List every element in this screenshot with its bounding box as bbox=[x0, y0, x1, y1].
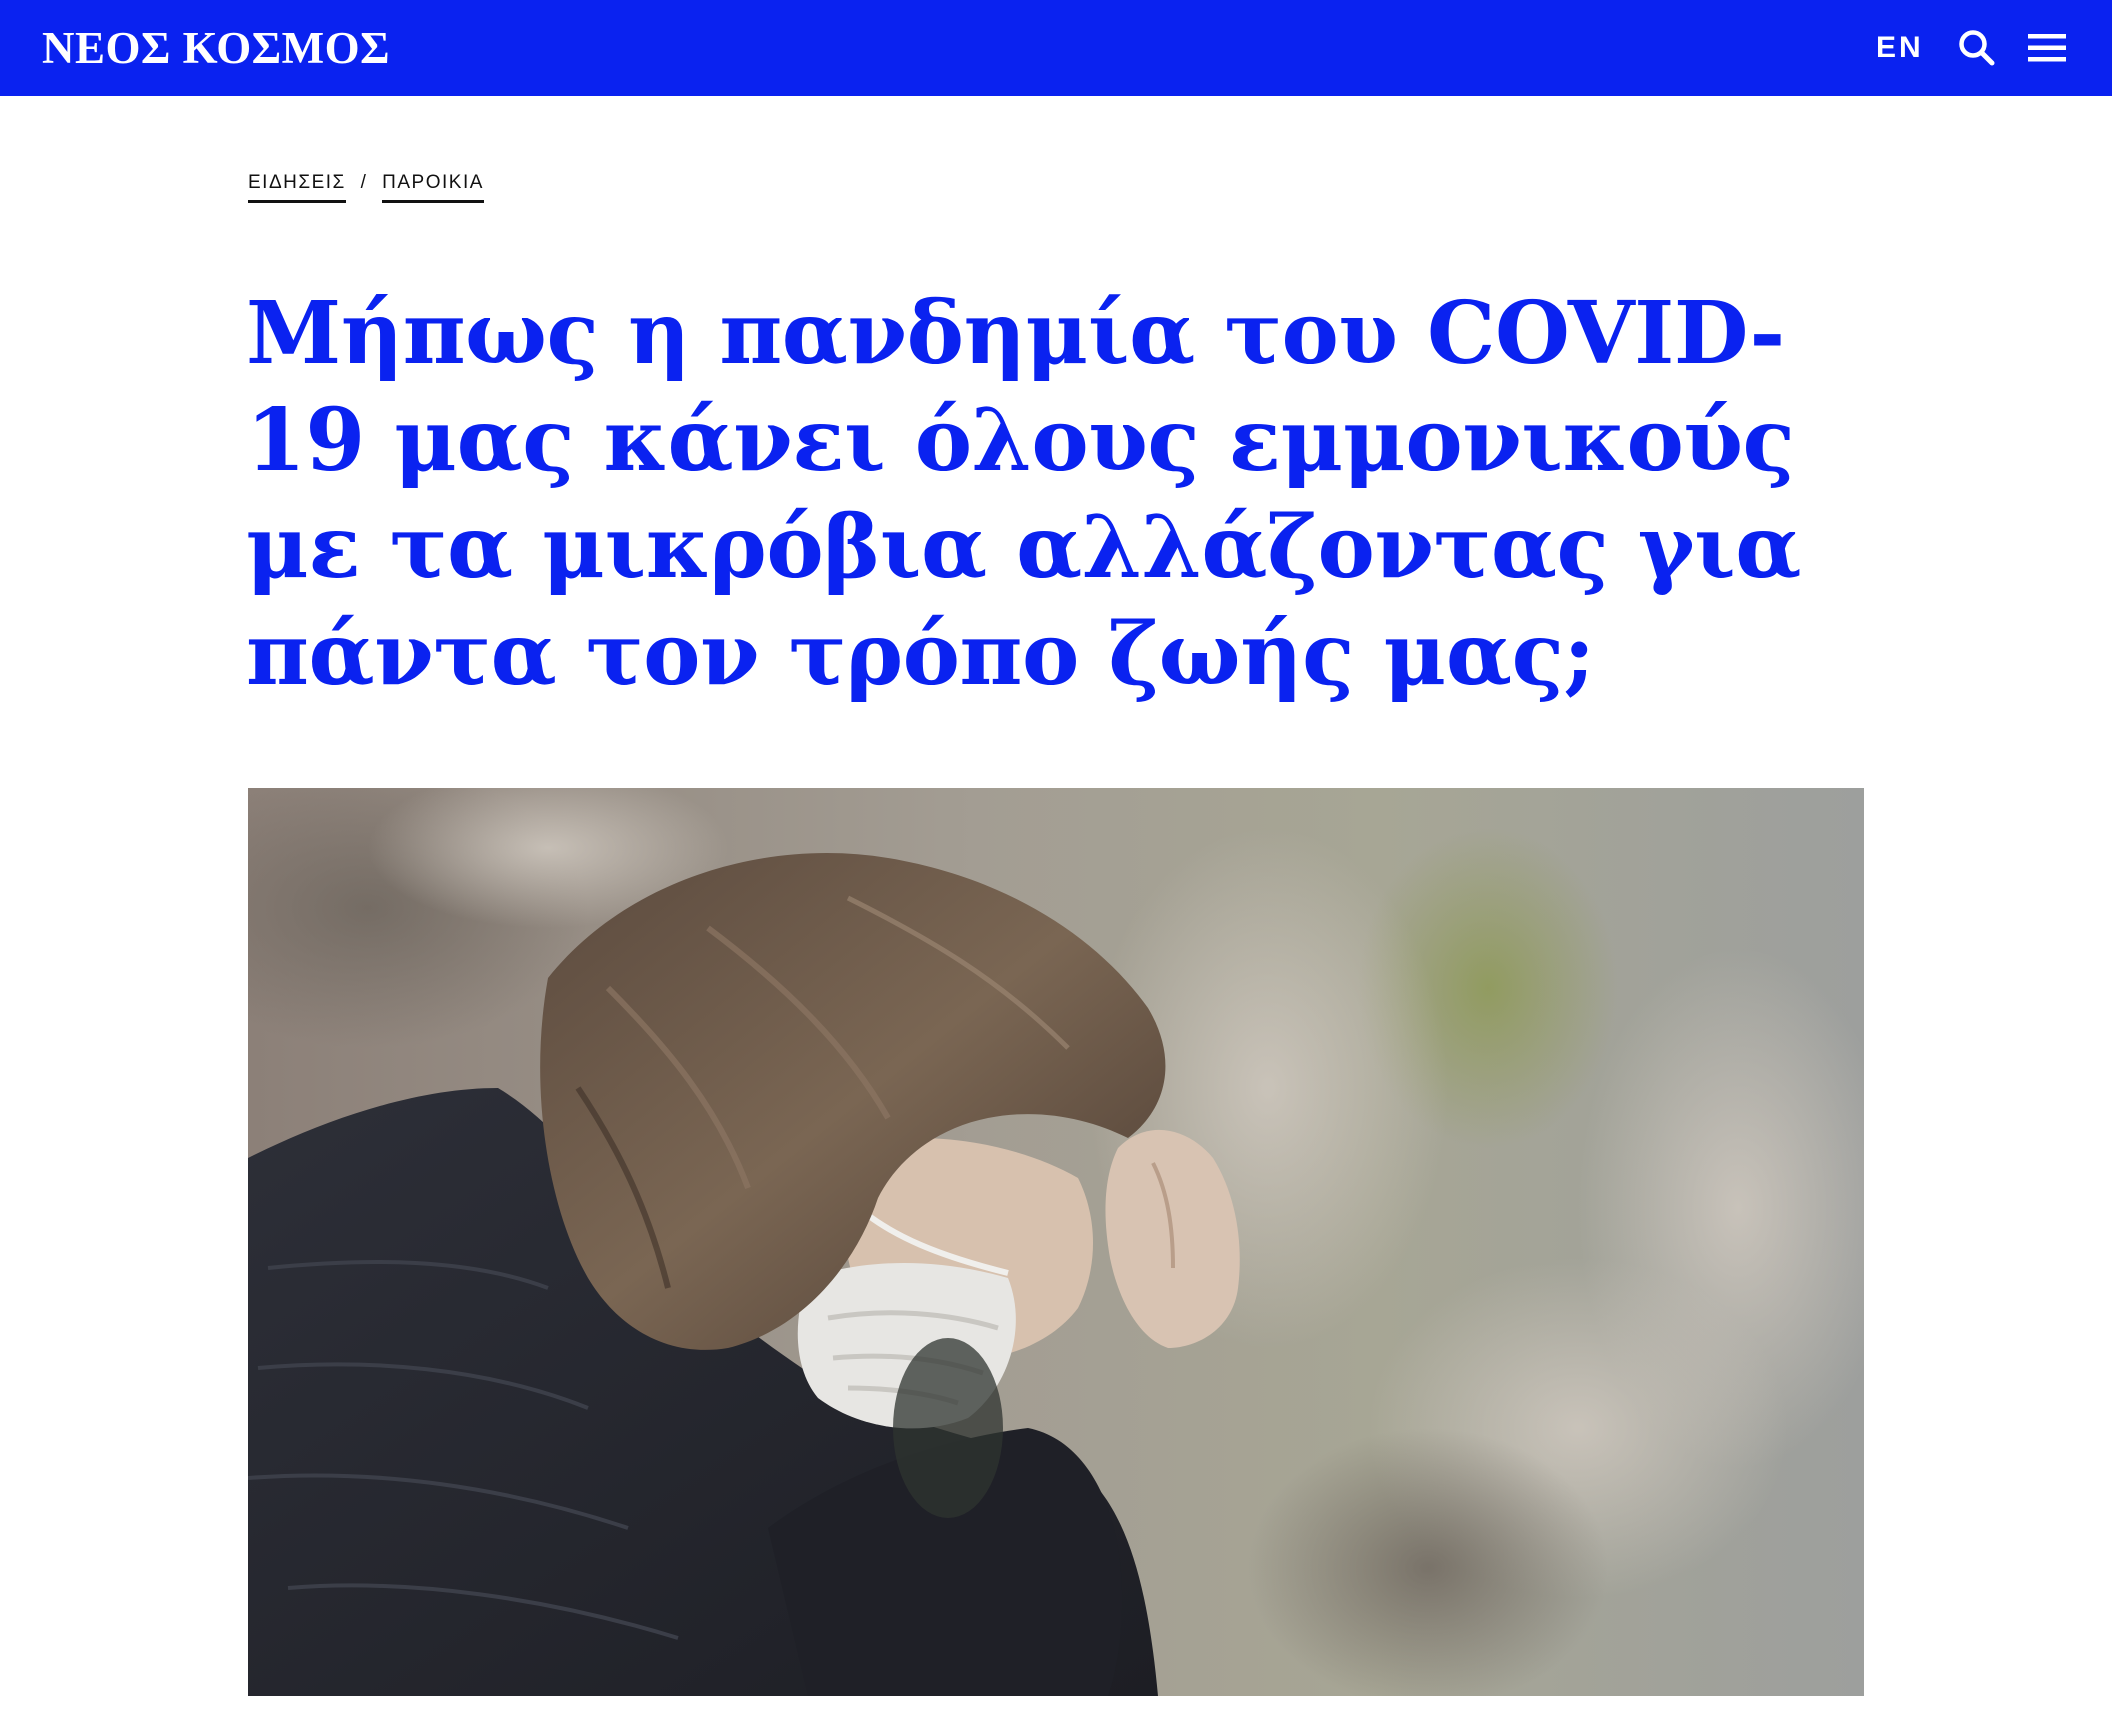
site-logo[interactable]: ΝΕΟΣ ΚΟΣΜΟΣ bbox=[42, 14, 390, 82]
breadcrumb-link-community[interactable]: ΠΑΡΟΙΚΙΑ bbox=[382, 172, 484, 203]
language-switch-link[interactable]: EN bbox=[1876, 18, 1924, 78]
breadcrumb: ΕΙΔΗΣΕΙΣ / ΠΑΡΟΙΚΙΑ bbox=[248, 172, 484, 206]
article-title: Μήπως η πανδημία του COVID-19 μας κάνει … bbox=[246, 283, 1801, 705]
top-navigation-bar: ΝΕΟΣ ΚΟΣΜΟΣ EN bbox=[0, 0, 2112, 96]
search-button[interactable] bbox=[1955, 26, 1999, 70]
menu-button[interactable] bbox=[2026, 26, 2070, 70]
hamburger-menu-icon bbox=[2028, 34, 2066, 62]
search-icon bbox=[1959, 30, 1995, 66]
article-hero-image bbox=[248, 788, 1864, 1696]
breadcrumb-link-news[interactable]: ΕΙΔΗΣΕΙΣ bbox=[248, 172, 346, 203]
breadcrumb-separator: / bbox=[360, 172, 368, 193]
